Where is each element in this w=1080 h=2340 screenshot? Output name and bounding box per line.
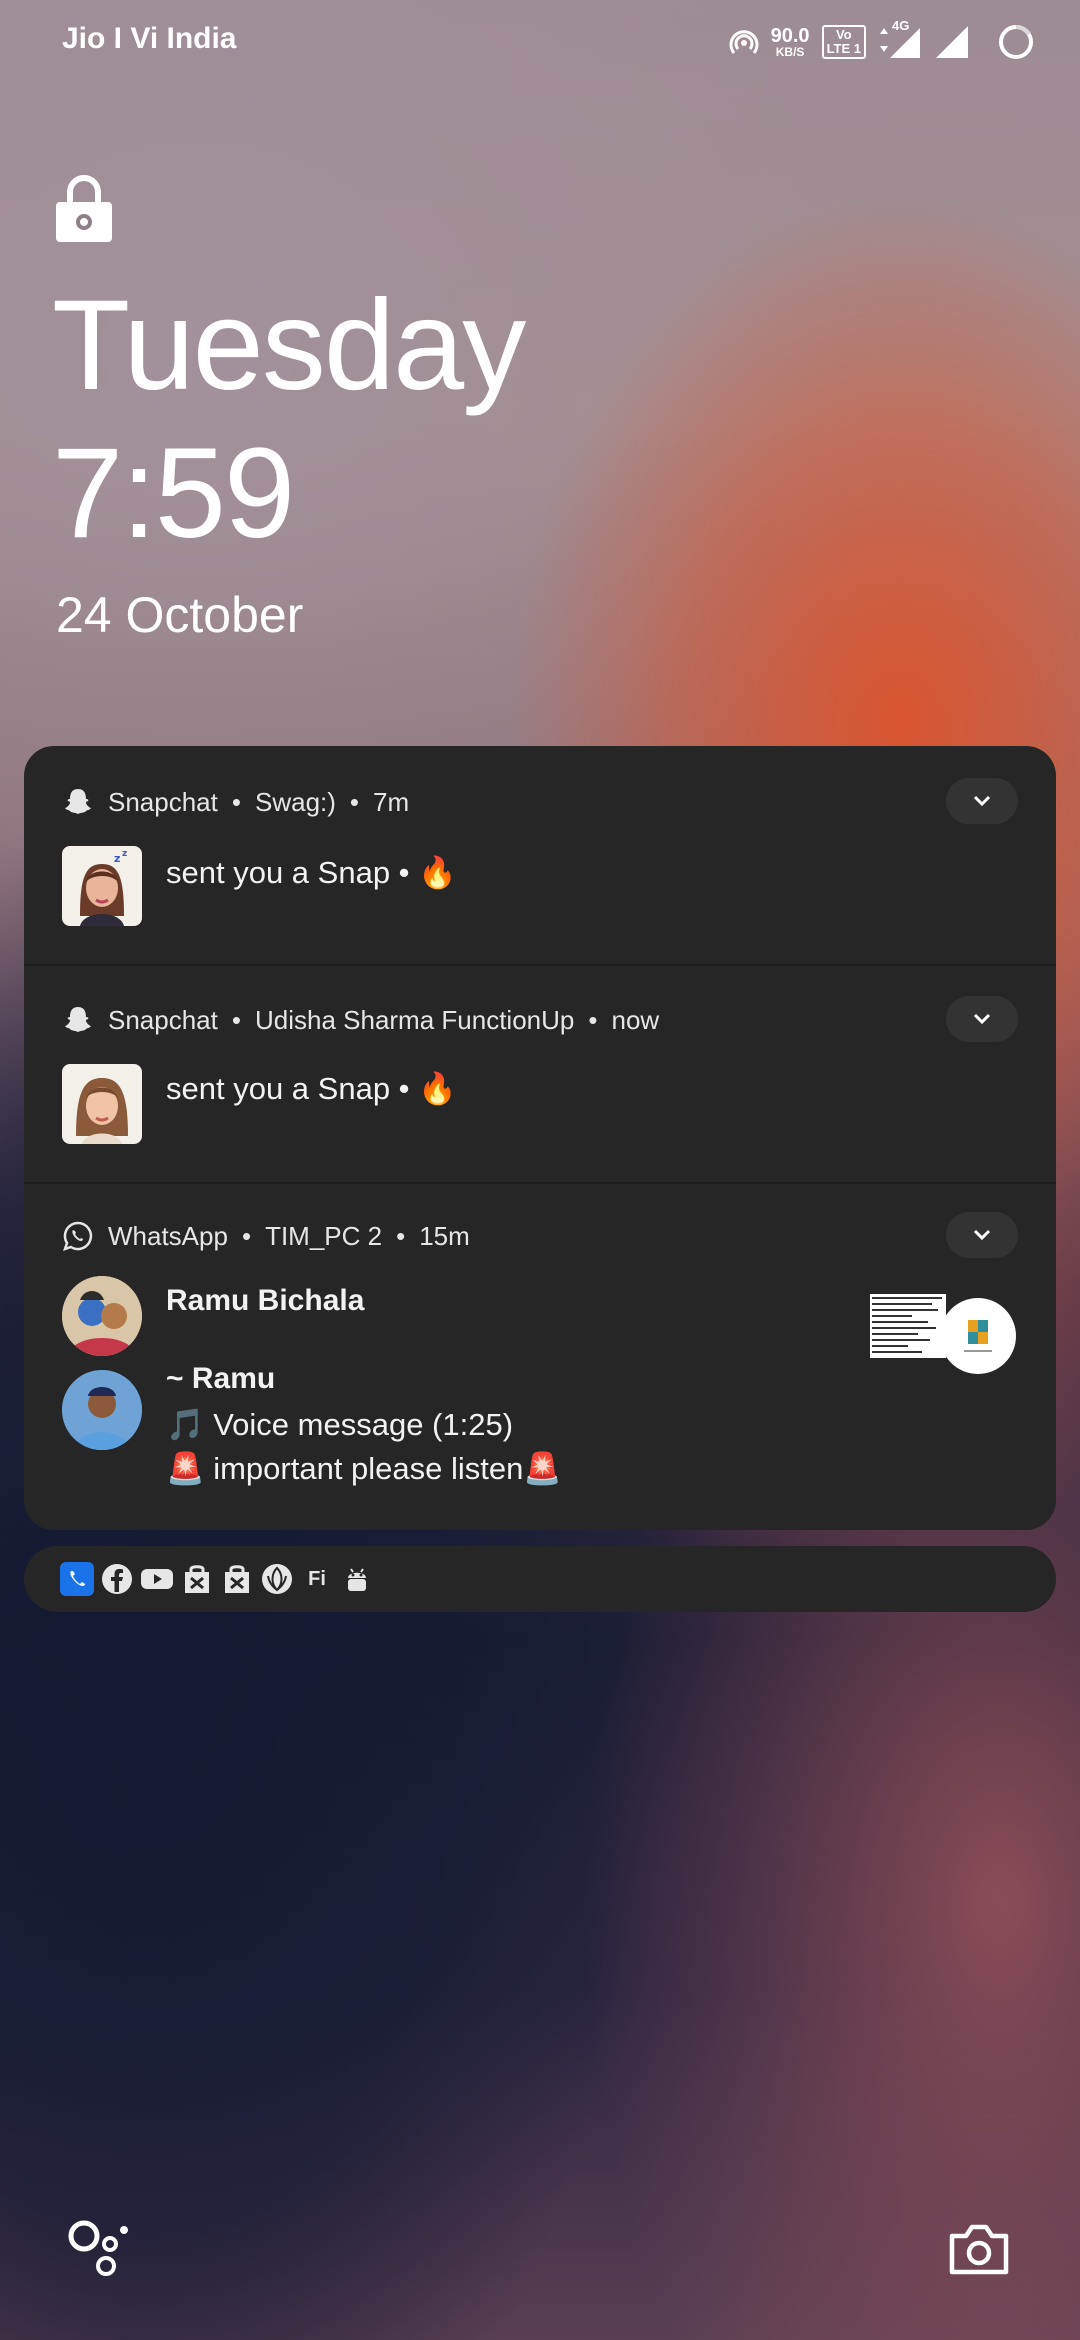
image-thumbnail[interactable] [870, 1294, 946, 1358]
chevron-down-icon [973, 1013, 991, 1025]
chevron-down-icon [973, 795, 991, 807]
dot-separator: • [396, 1220, 406, 1251]
bag-icon [180, 1562, 214, 1596]
message-text: 🚨 important please listen🚨 [166, 1451, 562, 1486]
signal-2-icon [936, 26, 968, 58]
voice-message-label: 🎵 Voice message (1:25) [166, 1407, 514, 1442]
notification-time: now [611, 1004, 660, 1035]
date-label: 24 October [56, 587, 304, 643]
camera-icon[interactable] [946, 2222, 1012, 2278]
android-icon [340, 1562, 374, 1596]
dot-separator: • [231, 1004, 241, 1035]
notification-header: WhatsApp • TIM_PC 2 • 15m [62, 1216, 470, 1256]
dot-separator: • [588, 1004, 598, 1035]
status-icons: 90.0 KB/S Vo LTE 1 4G [729, 18, 1036, 64]
dot-separator: • [349, 786, 360, 817]
group-name: TIM_PC 2 [265, 1220, 383, 1251]
fi-icon: Fi [300, 1562, 334, 1596]
group-avatar [940, 1298, 1016, 1374]
phone-icon [60, 1562, 94, 1596]
expand-button[interactable] [946, 778, 1018, 824]
notification-icons-bar[interactable]: Fi [24, 1546, 1056, 1612]
notification-message: sent you a Snap • 🔥 [166, 1071, 457, 1106]
svg-text:z: z [114, 852, 120, 865]
notification-time: 7m [373, 786, 410, 817]
status-bar: Jio I Vi India 90.0 KB/S Vo LTE 1 4G [0, 0, 1080, 80]
fi-label: Fi [308, 1567, 326, 1590]
clock: 7:59 [52, 422, 295, 565]
app-name: Snapchat [108, 1004, 218, 1035]
notification-header: Snapchat • Udisha Sharma FunctionUp • no… [62, 1000, 659, 1040]
ghost-icon [65, 1007, 91, 1032]
ghost-icon [65, 789, 91, 814]
youtube-icon [140, 1562, 174, 1596]
dot-separator: • [231, 786, 241, 817]
app-name: WhatsApp [108, 1220, 228, 1251]
sender-name: Swag:) [254, 786, 336, 817]
bag-icon [220, 1562, 254, 1596]
notification-message: sent you a Snap • 🔥 [166, 855, 457, 890]
avatar [62, 1370, 142, 1450]
net-speed-value: 90.0 [770, 25, 810, 47]
hotspot-icon [729, 30, 759, 54]
sender-name: Ramu Bichala [166, 1284, 365, 1317]
day-label: Tuesday [52, 274, 526, 417]
avatar [62, 1276, 142, 1356]
notification-whatsapp[interactable]: WhatsApp • TIM_PC 2 • 15m Ramu Bichala ~… [24, 1184, 1056, 1530]
net-speed: 90.0 KB/S [771, 26, 810, 58]
whatsapp-icon [63, 1221, 93, 1251]
expand-button[interactable] [946, 996, 1018, 1042]
notification-time: 15m [419, 1220, 470, 1251]
avatar [62, 1064, 142, 1144]
carrier-label: Jio I Vi India [62, 22, 237, 55]
notification-header: Snapchat • Swag:) • 7m [62, 782, 409, 822]
signal-1-icon: 4G [878, 18, 922, 60]
app-name: Snapchat [108, 786, 218, 817]
assistant-icon[interactable] [66, 2218, 132, 2278]
sender-name: ~ Ramu [166, 1362, 276, 1395]
lock-icon [56, 175, 112, 242]
dot-separator: • [241, 1220, 252, 1251]
sender-name: Udisha Sharma FunctionUp [254, 1004, 575, 1035]
volte-bottom: LTE 1 [826, 41, 861, 56]
facebook-icon [100, 1562, 134, 1596]
notification-snapchat-1[interactable]: Snapchat • Swag:) • 7m z z sent you a Sn… [24, 746, 1056, 964]
net-speed-unit: KB/S [775, 45, 805, 59]
notification-panel: Snapchat • Swag:) • 7m z z sent you a Sn… [24, 746, 1056, 1530]
volte-top: Vo [835, 27, 852, 43]
battery-ring-icon [999, 25, 1033, 59]
notification-snapchat-2[interactable]: Snapchat • Udisha Sharma FunctionUp • no… [24, 966, 1056, 1182]
avatar: z z [62, 846, 142, 926]
expand-button[interactable] [946, 1212, 1018, 1258]
svg-text:z: z [122, 849, 127, 859]
volte-badge: Vo LTE 1 [821, 25, 866, 59]
leaf-icon [260, 1562, 294, 1596]
chevron-down-icon [973, 1229, 991, 1241]
